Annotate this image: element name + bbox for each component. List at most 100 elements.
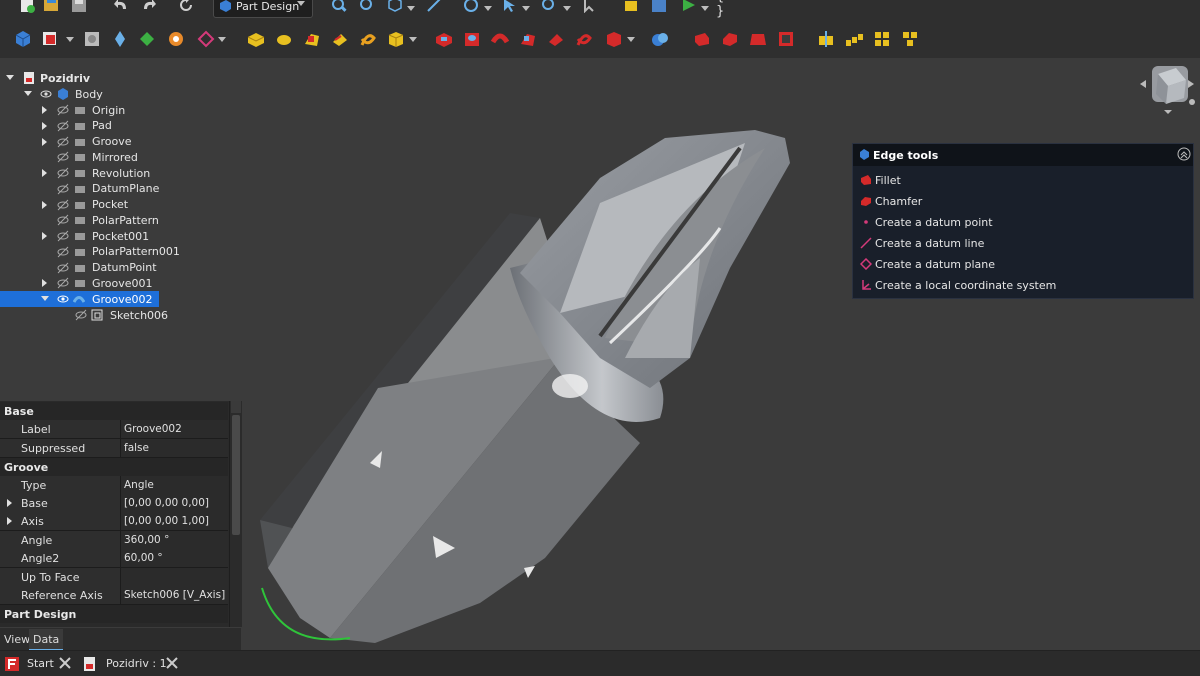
hidden-eye-icon[interactable] — [57, 246, 69, 258]
property-value[interactable]: Groove002 — [124, 423, 182, 435]
measure-icon[interactable] — [425, 0, 443, 14]
thickness-icon[interactable] — [776, 29, 796, 49]
chevron-down-icon[interactable] — [66, 37, 74, 42]
additive-loft-icon[interactable] — [302, 29, 322, 49]
additive-box-icon[interactable] — [386, 29, 406, 49]
local-coordinate-system-item[interactable]: Create a local coordinate system — [860, 276, 1180, 294]
chevron-down-icon[interactable] — [409, 37, 417, 42]
chevron-down-icon[interactable] — [563, 6, 571, 11]
hidden-eye-icon[interactable] — [57, 262, 69, 274]
python-console-button[interactable]: { } — [716, 0, 736, 19]
whats-this-icon[interactable] — [580, 0, 598, 14]
property-row-reference-axis[interactable]: Reference Axis Sketch006 [V_Axis] — [0, 586, 228, 605]
hidden-eye-icon[interactable] — [57, 104, 69, 116]
property-row-angle2[interactable]: Angle2 60,00 ° — [0, 549, 228, 568]
hidden-eye-icon[interactable] — [57, 199, 69, 211]
property-row-axis[interactable]: Axis [0,00 0,00 1,00] — [0, 512, 228, 531]
property-row-label[interactable]: Label Groove002 — [0, 420, 228, 439]
hidden-eye-icon[interactable] — [57, 277, 69, 289]
selection-filter-icon[interactable] — [500, 0, 518, 14]
subshape-binder-icon[interactable] — [137, 29, 157, 49]
tree-item-groove[interactable]: Groove — [0, 134, 240, 150]
tree-item-polar-pattern[interactable]: PolarPattern — [0, 212, 240, 228]
tree-item-groove[interactable]: Groove001 — [0, 275, 240, 291]
property-row-up-to-face[interactable]: Up To Face — [0, 568, 228, 587]
property-value[interactable]: 60,00 ° — [124, 552, 163, 564]
linear-pattern-icon[interactable] — [844, 29, 864, 49]
datum-point-item[interactable]: Create a datum point — [860, 213, 1180, 231]
polar-pattern-icon[interactable] — [872, 29, 892, 49]
property-group-base[interactable]: Base — [0, 402, 228, 420]
revolution-icon[interactable] — [274, 29, 294, 49]
validate-sketch-icon[interactable] — [82, 29, 102, 49]
chevron-down-icon[interactable] — [627, 37, 635, 42]
chevron-down-icon[interactable] — [24, 91, 32, 96]
link-icon[interactable] — [462, 0, 480, 14]
chevron-right-icon[interactable] — [42, 121, 47, 130]
tree-item-origin[interactable]: Origin — [0, 102, 240, 118]
chevron-right-icon[interactable] — [7, 517, 12, 525]
tree-body-row[interactable]: Body — [0, 86, 240, 102]
tree-item-mirrored[interactable]: Mirrored — [0, 149, 240, 165]
hidden-eye-icon[interactable] — [57, 214, 69, 226]
additive-helix-icon[interactable] — [358, 29, 378, 49]
chevron-down-icon[interactable] — [41, 296, 49, 301]
property-group-part-design[interactable]: Part Design — [0, 605, 228, 623]
property-value[interactable]: false — [124, 442, 149, 454]
tab-view[interactable]: View — [4, 629, 30, 649]
property-row-type[interactable]: Type Angle — [0, 476, 228, 495]
chevron-down-icon[interactable] — [522, 6, 530, 11]
close-icon[interactable] — [59, 657, 71, 669]
hidden-eye-icon[interactable] — [57, 167, 69, 179]
zoom-icon[interactable] — [540, 0, 558, 14]
subtractive-helix-icon[interactable] — [574, 29, 594, 49]
fillet-icon[interactable] — [692, 29, 712, 49]
save-icon[interactable] — [70, 0, 88, 14]
undo-icon[interactable] — [112, 0, 130, 14]
macro-icon[interactable] — [622, 0, 640, 14]
property-row-suppressed[interactable]: Suppressed false — [0, 439, 228, 458]
tree-selected-row[interactable]: Groove002 — [0, 291, 240, 307]
property-value[interactable]: 360,00 ° — [124, 534, 169, 546]
chevron-down-icon[interactable] — [6, 75, 14, 80]
navigation-cube[interactable] — [1138, 58, 1198, 118]
draft-icon[interactable] — [748, 29, 768, 49]
hidden-eye-icon[interactable] — [57, 120, 69, 132]
chevron-right-icon[interactable] — [42, 232, 47, 240]
property-value[interactable]: [0,00 0,00 1,00] — [124, 515, 209, 527]
property-group-groove[interactable]: Groove — [0, 458, 228, 476]
tab-pozidriv[interactable]: Pozidriv : 1 — [83, 651, 183, 676]
new-document-icon[interactable] — [18, 0, 36, 14]
collapse-icon[interactable] — [1177, 147, 1191, 161]
property-scrollbar[interactable] — [229, 401, 242, 627]
view-fit-selection-icon[interactable] — [358, 0, 376, 14]
chevron-down-icon[interactable] — [407, 6, 415, 11]
tab-start[interactable]: Start — [5, 651, 77, 676]
hidden-eye-icon[interactable] — [57, 183, 69, 195]
shape-binder-icon[interactable] — [110, 29, 130, 49]
property-value[interactable]: Angle — [124, 479, 154, 491]
tree-item-datum-point[interactable]: DatumPoint — [0, 260, 240, 276]
datum-line-item[interactable]: Create a datum line — [860, 234, 1180, 252]
hidden-eye-icon[interactable] — [57, 151, 69, 163]
tree-item-revolution[interactable]: Revolution — [0, 165, 240, 181]
chamfer-icon[interactable] — [720, 29, 740, 49]
chevron-right-icon[interactable] — [7, 499, 12, 507]
tree-item-datum-plane[interactable]: DatumPlane — [0, 181, 240, 197]
view-fit-all-icon[interactable] — [330, 0, 348, 14]
redo-icon[interactable] — [140, 0, 158, 14]
refresh-icon[interactable] — [177, 0, 195, 14]
chamfer-item[interactable]: Chamfer — [860, 192, 1180, 210]
hole-icon[interactable] — [462, 29, 482, 49]
groove-icon[interactable] — [490, 29, 510, 49]
pad-icon[interactable] — [246, 29, 266, 49]
chevron-down-icon[interactable] — [218, 37, 226, 42]
multi-transform-icon[interactable] — [900, 29, 920, 49]
tree-item-pocket[interactable]: Pocket — [0, 197, 240, 213]
macro-record-icon[interactable] — [650, 0, 668, 14]
tab-data[interactable]: Data — [29, 629, 64, 650]
tree-document-row[interactable]: Pozidriv — [0, 70, 240, 86]
subtractive-box-icon[interactable] — [604, 29, 624, 49]
edge-tools-header[interactable]: Edge tools — [853, 144, 1193, 166]
create-sketch-icon[interactable] — [40, 29, 60, 49]
